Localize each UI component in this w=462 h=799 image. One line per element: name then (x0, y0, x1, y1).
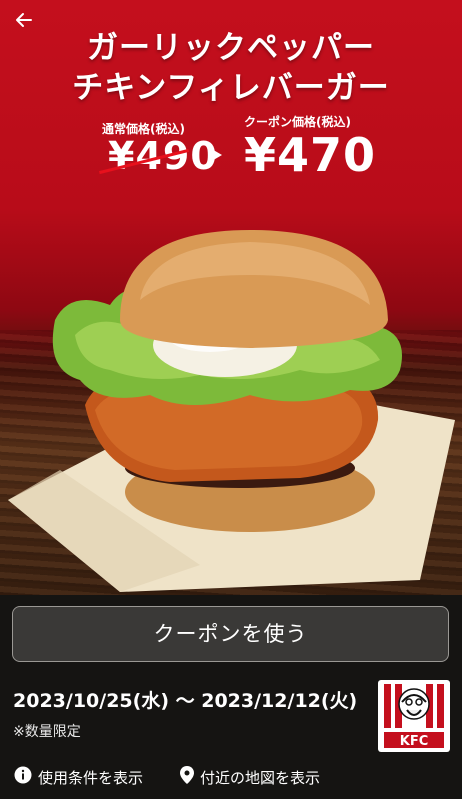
product-title-line2: チキンフィレバーガー (72, 70, 390, 106)
show-nearby-map-link[interactable]: 付近の地図を表示 (180, 766, 320, 788)
validity-period: 2023/10/25(水) 〜 2023/12/12(火) (13, 690, 358, 712)
info-icon (14, 766, 32, 788)
kfc-logo: KFC (378, 680, 450, 752)
svg-text:KFC: KFC (400, 734, 429, 749)
show-terms-label: 使用条件を表示 (38, 768, 144, 787)
location-pin-icon (180, 766, 194, 788)
colonel-logo-icon: KFC (384, 684, 444, 749)
burger-image (8, 230, 455, 592)
show-nearby-map-label: 付近の地図を表示 (200, 768, 321, 787)
limited-quantity-note: ※数量限定 (13, 724, 81, 740)
hero-image: ガーリックペッパー チキンフィレバーガー 通常価格(税込) ¥490 クーポン価… (0, 0, 462, 595)
coupon-price: ¥470 (244, 128, 377, 182)
show-terms-link[interactable]: 使用条件を表示 (14, 766, 143, 788)
arrow-right-triangle-icon (210, 148, 222, 162)
use-coupon-button[interactable]: クーポンを使う (12, 606, 449, 662)
product-title-line1: ガーリックペッパー (87, 30, 375, 66)
